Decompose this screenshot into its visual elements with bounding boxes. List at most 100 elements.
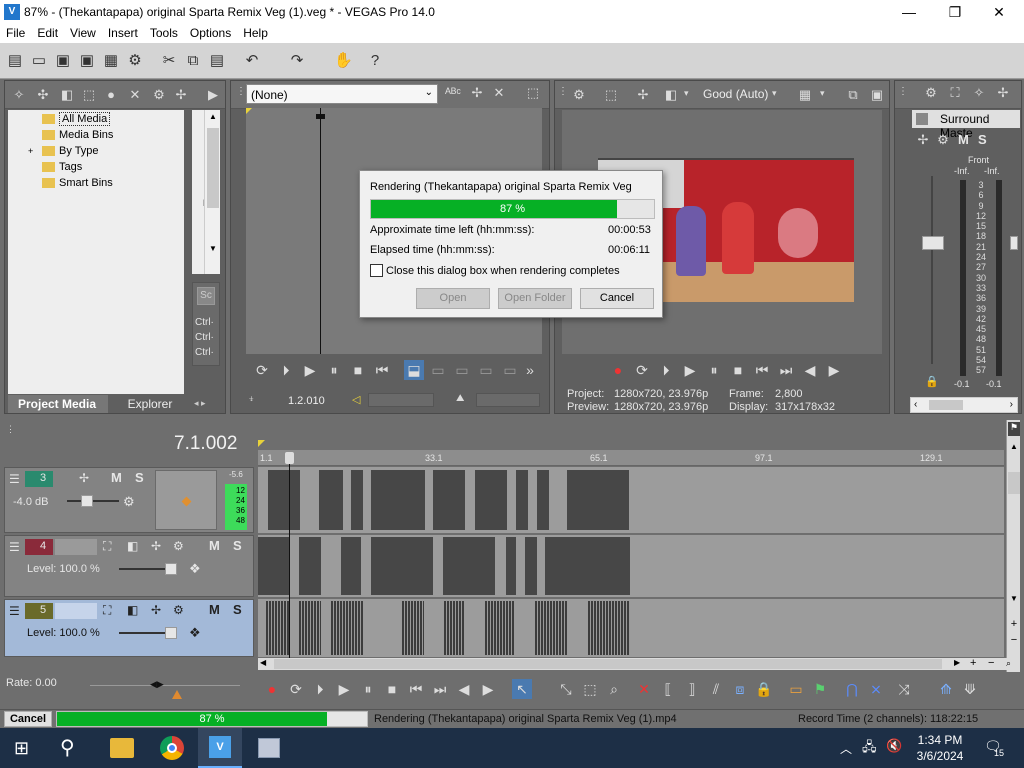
preview-play-start-icon[interactable]: ⏵ <box>656 360 676 380</box>
copy-icon[interactable]: ⧉ <box>184 52 202 70</box>
tray-chevron-icon[interactable]: ︿ <box>840 740 852 757</box>
timeline-clip[interactable] <box>331 601 363 655</box>
split-chevron-icon[interactable]: ▾ <box>684 88 694 100</box>
zoom-in-h-icon[interactable]: + <box>970 657 982 669</box>
properties-gear-icon[interactable]: ⚙ <box>126 52 144 70</box>
media-fx-icon[interactable]: ✣ <box>34 86 52 104</box>
track-settings-icon[interactable]: ⚙ <box>173 603 184 617</box>
snapping-icon[interactable]: ⋂ <box>842 679 862 699</box>
scroll-right-icon[interactable]: ▶ <box>954 658 964 670</box>
scroll-left-icon[interactable]: ‹ <box>914 399 917 410</box>
stop-icon[interactable]: ■ <box>348 360 368 380</box>
menu-file[interactable]: File <box>0 24 31 42</box>
trim-icon-4[interactable]: ▭ <box>500 360 520 380</box>
undo-icon[interactable]: ↶ <box>243 52 261 70</box>
scroll-left-icon[interactable]: ◀ <box>260 658 270 670</box>
track-collapse-icon[interactable]: ☰ <box>9 472 20 486</box>
track-compositing-icon[interactable]: ❖ <box>189 625 201 641</box>
delete-icon[interactable]: ✕ <box>634 679 654 699</box>
track-motion-icon[interactable]: ⛶ <box>103 539 111 554</box>
sc-icon[interactable]: Sc <box>197 287 215 305</box>
track-level-thumb[interactable] <box>165 563 177 575</box>
scroll-right-icon[interactable]: › <box>1010 399 1013 410</box>
timeline-clip[interactable] <box>516 470 528 530</box>
timeline-clip[interactable] <box>535 601 567 655</box>
timeline-clip[interactable] <box>371 470 425 530</box>
trimmer-more-icon[interactable]: » <box>520 360 540 380</box>
menu-tools[interactable]: Tools <box>144 24 184 42</box>
timeline-clip[interactable] <box>475 470 507 530</box>
scroll-thumb[interactable] <box>207 128 219 208</box>
tree-all-media[interactable]: All Media <box>8 111 184 127</box>
track-solo-button[interactable]: S <box>135 470 144 485</box>
clock-time[interactable]: 1:34 PM <box>916 733 964 747</box>
timeline-loop-icon[interactable]: ⟳ <box>286 679 306 699</box>
tab-explorer[interactable]: Explorer <box>112 395 188 413</box>
file-explorer-icon[interactable] <box>110 738 134 758</box>
timeline-region-icon[interactable]: ⚑ <box>1008 422 1020 436</box>
auto-ripple-icon[interactable]: ⤨ <box>894 679 914 699</box>
ignore-grouping-icon[interactable]: ⟱ <box>960 679 980 699</box>
trimmer-plugin-icon[interactable]: ✢ <box>468 84 486 102</box>
play-icon[interactable]: ▶ <box>300 360 320 380</box>
open-icon[interactable]: ▭ <box>30 52 48 70</box>
track-mute-button[interactable]: M <box>209 538 220 553</box>
cut-icon[interactable]: ✂ <box>160 52 178 70</box>
track-volume-slider[interactable] <box>67 500 119 502</box>
preview-fx-icon[interactable]: ⬚ <box>602 86 620 104</box>
timeline-clip[interactable] <box>506 601 514 655</box>
track-fx-icon[interactable]: ✢ <box>151 603 161 617</box>
timeline-clip[interactable] <box>525 537 537 595</box>
master-gear-icon[interactable]: ⚙ <box>922 84 940 102</box>
timeline-pause-icon[interactable]: ⏸ <box>358 679 378 699</box>
menu-options[interactable]: Options <box>184 24 237 42</box>
prev-frame-icon[interactable]: ◀ <box>800 360 820 380</box>
track-settings-icon[interactable]: ⚙ <box>123 494 135 510</box>
new-icon[interactable]: ▤ <box>6 52 24 70</box>
lock-envelopes-icon[interactable]: ⟰ <box>936 679 956 699</box>
pause-icon[interactable]: ⏸ <box>324 360 344 380</box>
zoom-out-h-icon[interactable]: − <box>988 657 1000 669</box>
timeline-clip[interactable] <box>371 537 433 595</box>
track-pan-box[interactable] <box>155 470 217 530</box>
save-as-icon[interactable]: ▣ <box>78 52 96 70</box>
copy-snapshot-icon[interactable]: ⧉ <box>844 86 862 104</box>
trim-icon-3[interactable]: ▭ <box>476 360 496 380</box>
track-collapse-icon[interactable]: ☰ <box>9 540 20 554</box>
menu-insert[interactable]: Insert <box>102 24 144 42</box>
scroll-down-icon[interactable]: ▼ <box>1008 594 1020 604</box>
track-settings-icon[interactable]: ⚙ <box>173 539 184 553</box>
timeline-clip[interactable] <box>485 601 505 655</box>
taskbar-vegas-button[interactable]: V <box>198 728 242 768</box>
master-plugin-icon[interactable]: ✢ <box>994 84 1012 102</box>
track-mute-button[interactable]: M <box>111 470 122 485</box>
timeline-v-thumb[interactable] <box>1008 472 1020 494</box>
menu-help[interactable]: Help <box>237 24 274 42</box>
trimmer-remove-icon[interactable]: ✕ <box>490 84 508 102</box>
open-folder-button[interactable]: Open Folder <box>498 288 572 309</box>
master-solo-button[interactable]: S <box>978 132 987 147</box>
master-settings-icon[interactable]: ⚙ <box>934 131 952 149</box>
tree-smart-bins[interactable]: Smart Bins <box>8 175 184 191</box>
trim-icon-2[interactable]: ▭ <box>452 360 472 380</box>
track-mute-button[interactable]: M <box>209 602 220 617</box>
master-fx-chain-icon[interactable]: ✢ <box>914 131 932 149</box>
capture-icon[interactable]: ◧ <box>58 86 76 104</box>
menu-edit[interactable]: Edit <box>31 24 64 42</box>
trimmer-selection-field[interactable] <box>368 393 434 407</box>
remove-icon[interactable]: ✕ <box>126 86 144 104</box>
track-header-5[interactable]: ☰ 5 ⛶ ◧ ✢ ⚙ M S Level: 100.0 % ❖ <box>4 599 254 657</box>
tree-tags[interactable]: Tags <box>8 159 184 175</box>
rate-slider-thumb[interactable]: ◀▶ <box>150 679 174 691</box>
help-icon[interactable]: ? <box>366 52 384 70</box>
preview-move-icon[interactable]: ✢ <box>634 86 652 104</box>
track-level-thumb[interactable] <box>165 627 177 639</box>
web-icon[interactable]: ● <box>102 86 120 104</box>
timeline-clip[interactable] <box>351 470 363 530</box>
paste-icon[interactable]: ▤ <box>208 52 226 70</box>
next-frame-icon[interactable]: ▶ <box>824 360 844 380</box>
timeline-record-icon[interactable]: ● <box>262 679 282 699</box>
scroll-down-icon[interactable]: ▼ <box>205 244 221 256</box>
auto-crossfade-icon[interactable]: ⨯ <box>866 679 886 699</box>
preview-stop-icon[interactable]: ■ <box>728 360 748 380</box>
